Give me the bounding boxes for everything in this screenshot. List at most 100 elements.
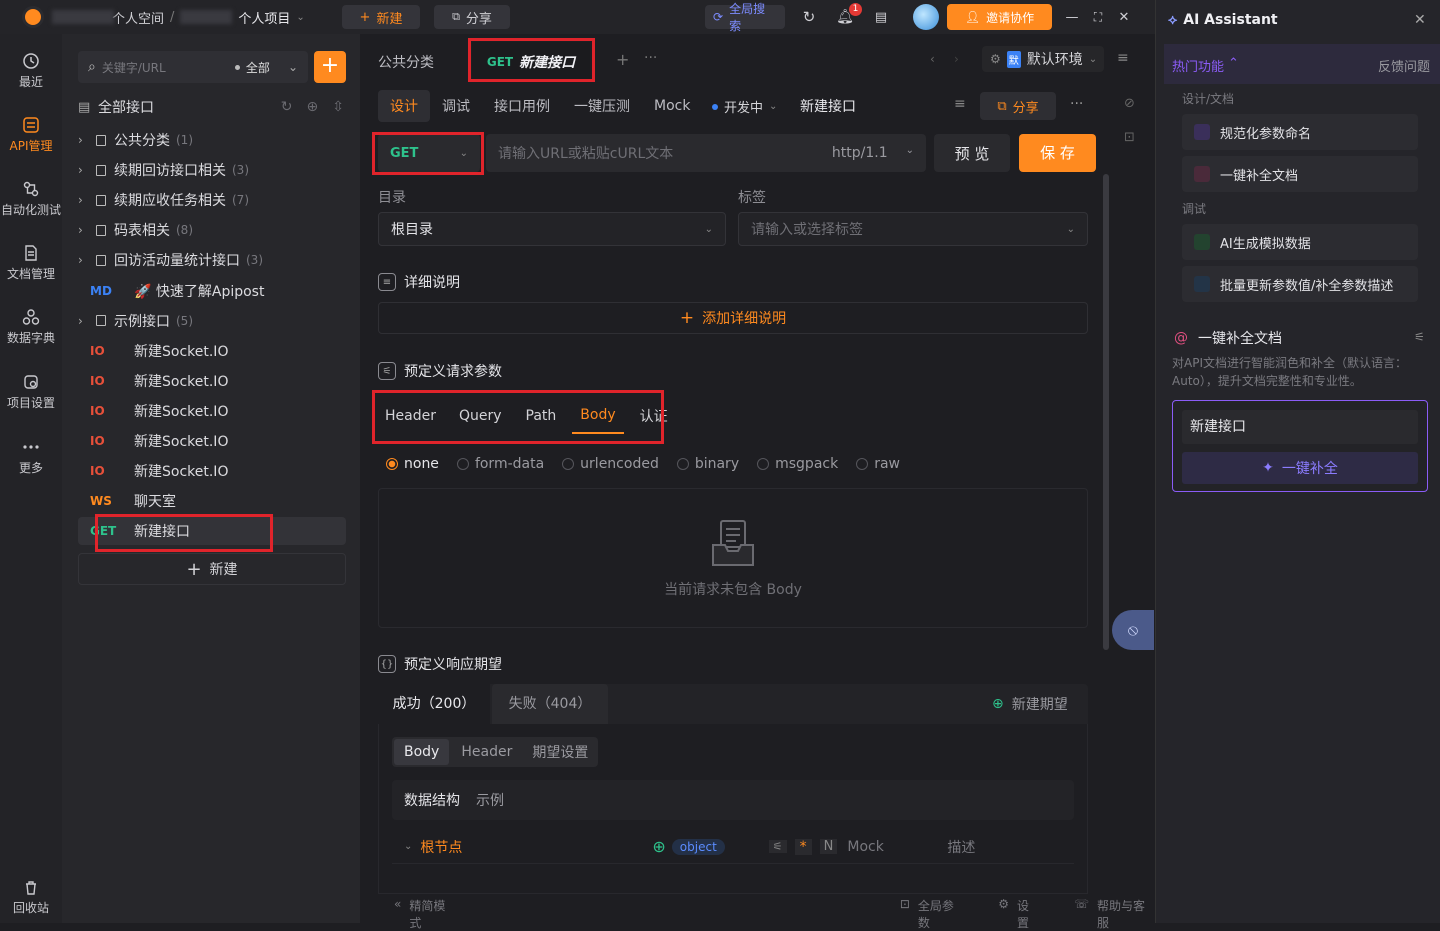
rail-item-recent[interactable]: 最近 (0, 52, 62, 90)
doc-icon[interactable]: ▤ (872, 5, 890, 29)
params-tab-auth[interactable]: 认证 (628, 406, 680, 426)
hot-features-toggle[interactable]: 热门功能 ⌃ (1172, 56, 1239, 75)
breadcrumb-workspace[interactable]: 个人空间 (112, 8, 164, 27)
tree-folder[interactable]: › 回访活动量统计接口 (3) (78, 246, 346, 274)
ai-item-batch-update[interactable]: 批量更新参数值/补全参数描述 (1182, 266, 1418, 302)
chevron-right-icon[interactable]: › (78, 193, 96, 207)
url-input[interactable]: 请输入URL或粘贴cURL文本 http/1.1 ⌄ (486, 134, 926, 172)
radio-msgpack[interactable]: msgpack (757, 456, 838, 472)
sync-icon[interactable]: ↻ (281, 99, 293, 115)
rail-item-automation[interactable]: 自动化测试 (0, 180, 62, 218)
tab-more-icon[interactable]: ··· (644, 50, 657, 66)
menu-icon[interactable]: ≡ (1117, 50, 1129, 66)
params-tab-path[interactable]: Path (514, 408, 569, 424)
radio-raw[interactable]: raw (856, 456, 900, 472)
locate-icon[interactable]: ⊕ (307, 99, 319, 115)
params-tab-header[interactable]: Header (378, 408, 447, 424)
response-subtab-header[interactable]: Header (451, 739, 522, 765)
global-params-button[interactable]: ⊡ 全局参数 (900, 897, 964, 931)
api-share-button[interactable]: ⧉ 分享 (980, 92, 1056, 120)
rail-item-docs[interactable]: 文档管理 (0, 244, 62, 282)
help-button[interactable]: ☏ 帮助与客服 (1074, 897, 1155, 931)
tree-api-item[interactable]: IO 新建Socket.IO (78, 337, 346, 365)
tab-prev-icon[interactable]: ‹ (930, 52, 935, 66)
tree-api-item[interactable]: IO 新建Socket.IO (78, 397, 346, 425)
ai-item-complete-doc[interactable]: 一键补全文档 (1182, 156, 1418, 192)
new-button[interactable]: + 新建 (342, 5, 420, 29)
breadcrumb-project[interactable]: 个人项目 (238, 8, 290, 27)
env-select[interactable]: ⚙ 默 默认环境 ⌄ (982, 46, 1104, 72)
avatar[interactable] (913, 4, 939, 30)
response-subtab-body[interactable]: Body (394, 739, 450, 765)
check-circle-icon[interactable]: ⊘ (1124, 96, 1135, 111)
description-field[interactable]: 描述 (947, 837, 975, 857)
method-select[interactable]: GET ⌄ (378, 134, 480, 172)
subtab-stress[interactable]: 一键压测 (562, 90, 642, 122)
type-badge[interactable]: object (671, 838, 725, 855)
ai-item-normalize[interactable]: 规范化参数命名 (1182, 114, 1418, 150)
tree-search-input[interactable]: ⌕ 关键字/URL 全部 ⌄ (78, 51, 308, 83)
radio-urlencoded[interactable]: urlencoded (562, 456, 659, 472)
settings-toggle-icon[interactable]: ⚟ (768, 840, 787, 853)
ai-api-input[interactable]: 新建接口 (1182, 410, 1418, 444)
radio-form-data[interactable]: form-data (456, 456, 544, 472)
tree-api-item[interactable]: IO 新建Socket.IO (78, 367, 346, 395)
side-panel-toggle[interactable]: ⦸ (1112, 610, 1154, 650)
chevron-right-icon[interactable]: › (78, 223, 96, 237)
save-button[interactable]: 保 存 (1019, 134, 1096, 172)
close-icon[interactable]: ✕ (1414, 12, 1426, 28)
tree-api-item[interactable]: IO 新建Socket.IO (78, 457, 346, 485)
simple-mode-button[interactable]: «精简模式 (394, 897, 456, 931)
protocol-select[interactable]: http/1.1 ⌄ (832, 145, 914, 161)
rail-item-more[interactable]: 更多 (0, 438, 62, 476)
struct-tab-example[interactable]: 示例 (476, 790, 504, 810)
tab-next-icon[interactable]: › (954, 52, 959, 66)
rail-item-project-settings[interactable]: 项目设置 (0, 373, 62, 411)
chevron-down-icon[interactable]: ⌄ (404, 841, 412, 852)
add-tab-icon[interactable]: + (616, 50, 629, 69)
radio-none[interactable]: none (386, 456, 439, 472)
tree-folder[interactable]: › 续期应收任务相关 (7) (78, 186, 346, 214)
scrollbar[interactable] (1103, 174, 1109, 650)
format-icon[interactable]: ≡ (954, 96, 966, 112)
minimize-icon[interactable]: — (1064, 5, 1080, 29)
chevron-right-icon[interactable]: › (78, 314, 96, 328)
add-button[interactable]: + (314, 51, 346, 83)
settings-button[interactable]: ⚙ 设置 (998, 897, 1040, 931)
tree-api-item[interactable]: GET 新建接口 (78, 517, 346, 546)
invite-button[interactable]: 👤︎ 邀请协作 (947, 4, 1052, 30)
filter-select[interactable]: 全部 (246, 59, 270, 76)
add-detail-button[interactable]: + 添加详细说明 (378, 302, 1088, 334)
status-select[interactable]: 开发中 ⌄ (712, 97, 777, 116)
collapse-icon[interactable]: ⇳ (332, 99, 344, 115)
rail-item-api[interactable]: API管理 (0, 116, 62, 154)
add-child-icon[interactable]: ⊕ (652, 837, 665, 856)
share-button[interactable]: ⧉ 分享 (434, 5, 510, 29)
global-search-button[interactable]: ⟳ 全局搜索 (705, 2, 785, 33)
subtab-design[interactable]: 设计 (378, 90, 430, 122)
chevron-right-icon[interactable]: › (78, 163, 96, 177)
code-icon[interactable]: ⊡ (1124, 130, 1135, 145)
directory-select[interactable]: 根目录 ⌄ (378, 212, 726, 246)
radio-binary[interactable]: binary (676, 456, 739, 472)
subtab-mock[interactable]: Mock (642, 92, 702, 120)
tags-select[interactable]: 请输入或选择标签 ⌄ (738, 212, 1088, 246)
required-toggle[interactable]: * (794, 838, 812, 855)
ai-item-mock-data[interactable]: AI生成模拟数据 (1182, 224, 1418, 260)
response-subtab-settings[interactable]: 期望设置 (522, 737, 598, 767)
struct-tab-schema[interactable]: 数据结构 (404, 790, 460, 810)
api-name[interactable]: 新建接口 (800, 96, 856, 116)
subtab-debug[interactable]: 调试 (430, 90, 482, 122)
tab-public[interactable]: 公共分类 (378, 52, 434, 72)
new-expect-button[interactable]: ⊕ 新建期望 (992, 694, 1068, 714)
maximize-icon[interactable]: ⛶ (1090, 5, 1106, 29)
params-tab-query[interactable]: Query (447, 408, 514, 424)
tree-folder[interactable]: › 续期回访接口相关 (3) (78, 156, 346, 184)
preview-button[interactable]: 预 览 (934, 134, 1010, 172)
tree-folder[interactable]: › 公共分类 (1) (78, 126, 346, 154)
nullable-toggle[interactable]: N (819, 839, 838, 854)
response-tab-fail[interactable]: 失败（404） (492, 684, 608, 724)
close-icon[interactable]: ✕ (1116, 5, 1132, 29)
chevron-right-icon[interactable]: › (78, 133, 96, 147)
mock-field[interactable]: Mock (847, 839, 947, 855)
